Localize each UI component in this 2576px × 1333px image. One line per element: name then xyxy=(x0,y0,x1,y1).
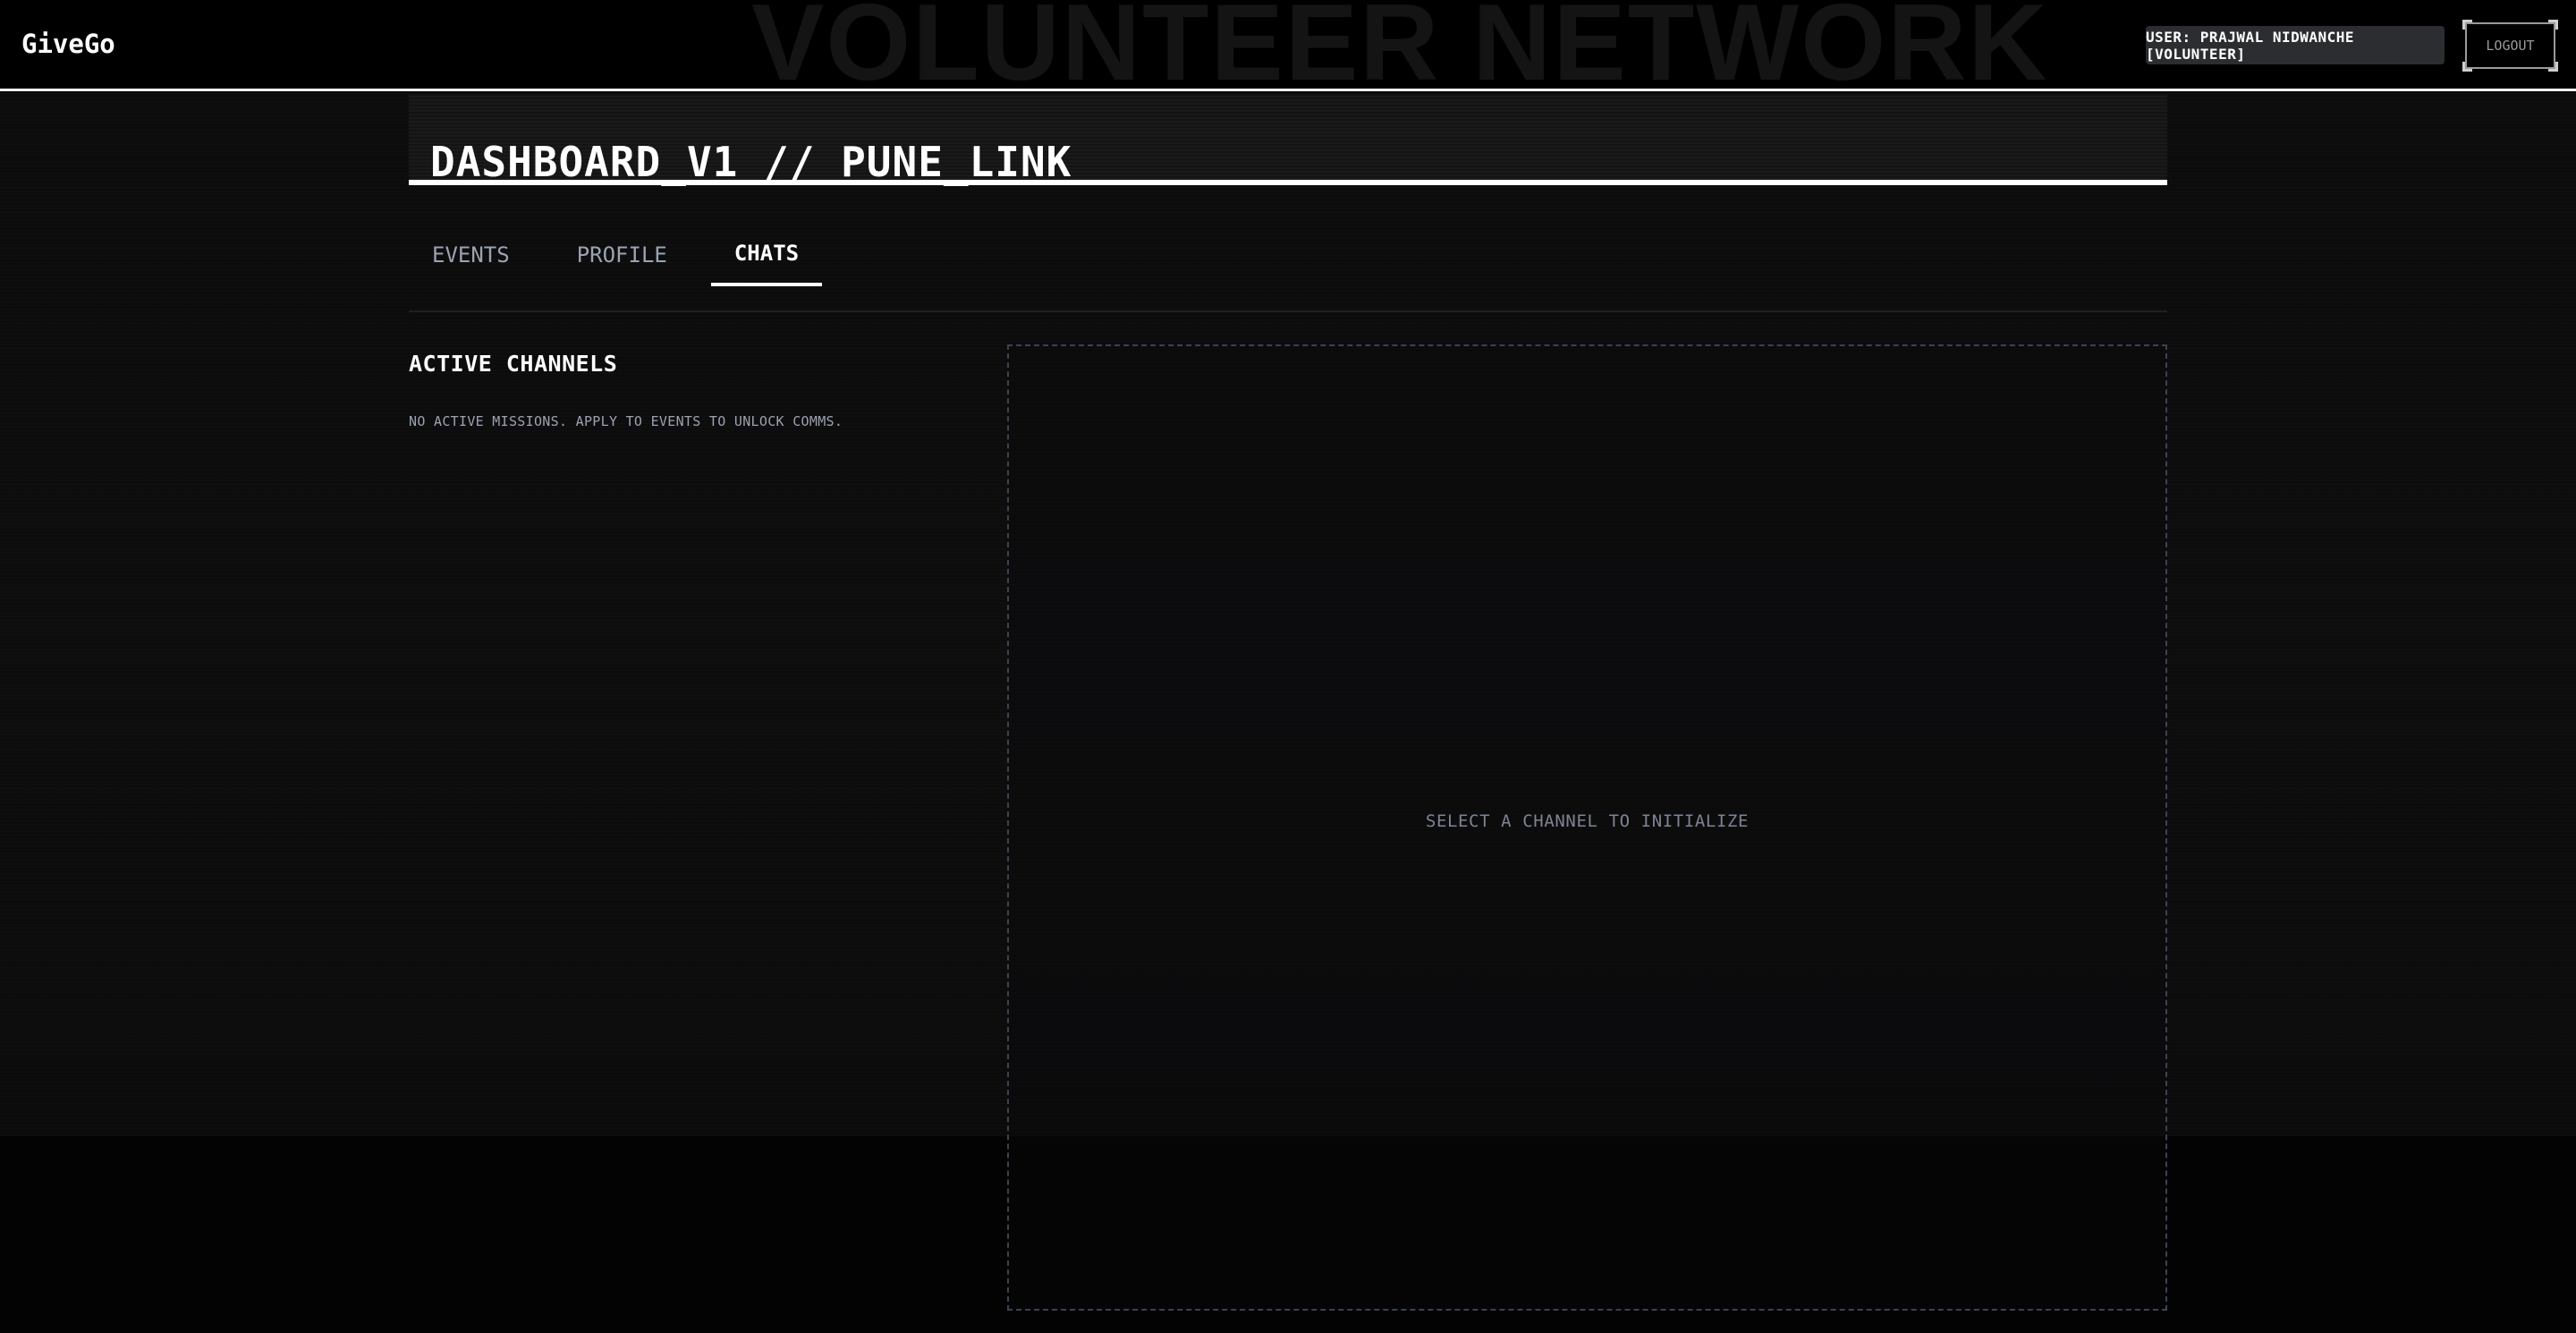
top-navbar: VOLUNTEER NETWORK GiveGo USER: PRAJWAL N… xyxy=(0,0,2576,97)
tabs-divider xyxy=(409,310,2167,312)
corner-bracket-icon xyxy=(2548,20,2558,30)
active-channels-heading: ACTIVE CHANNELS xyxy=(409,351,618,377)
logout-label: LOGOUT xyxy=(2486,38,2535,54)
dashboard-title-block: DASHBOARD_V1 // PUNE_LINK xyxy=(409,94,2167,186)
tab-profile[interactable]: PROFILE xyxy=(554,224,691,286)
logout-button[interactable]: LOGOUT xyxy=(2462,20,2558,72)
header-watermark: VOLUNTEER NETWORK xyxy=(751,0,2049,103)
channels-empty-message: NO ACTIVE MISSIONS. APPLY TO EVENTS TO U… xyxy=(409,413,843,429)
corner-bracket-icon xyxy=(2548,62,2558,72)
tab-bar: EVENTS PROFILE CHATS xyxy=(409,224,843,288)
corner-bracket-icon xyxy=(2462,62,2472,72)
corner-bracket-icon xyxy=(2462,20,2472,30)
tab-events[interactable]: EVENTS xyxy=(409,224,533,286)
page-title: DASHBOARD_V1 // PUNE_LINK xyxy=(430,137,1072,186)
brand-logo[interactable]: GiveGo xyxy=(21,29,115,59)
chat-placeholder-text: SELECT A CHANNEL TO INITIALIZE xyxy=(1425,811,1750,831)
user-badge: USER: PRAJWAL NIDWANCHE [VOLUNTEER] xyxy=(2146,26,2445,64)
chat-panel: SELECT A CHANNEL TO INITIALIZE xyxy=(1007,344,2167,1311)
tab-chats[interactable]: CHATS xyxy=(710,224,823,286)
